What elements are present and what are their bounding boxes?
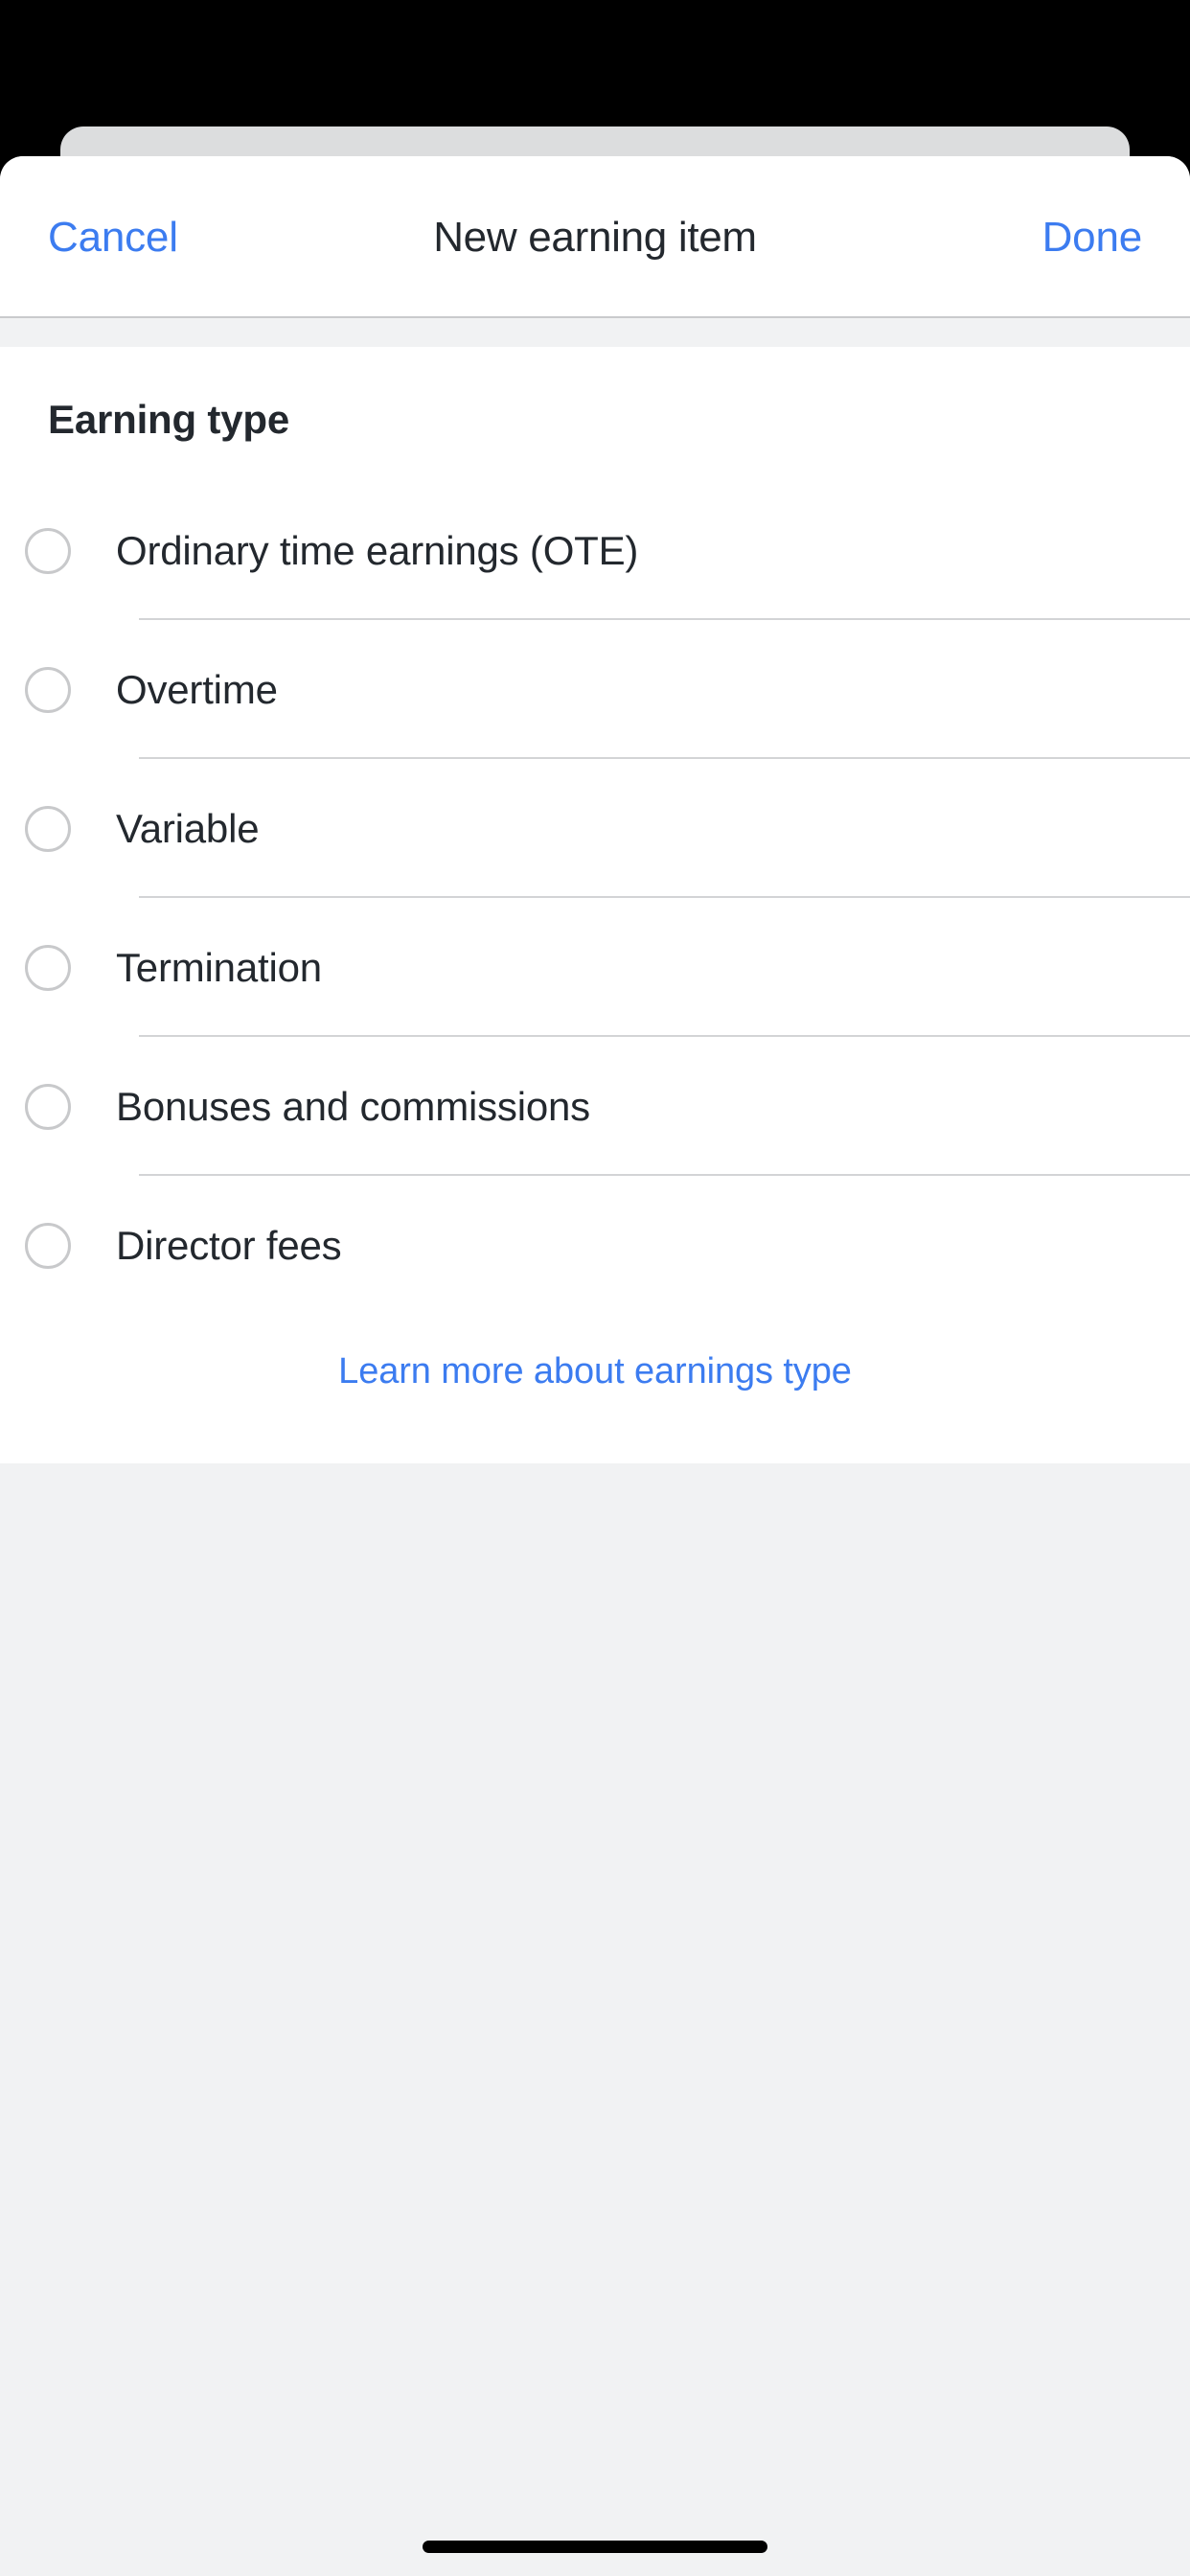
option-row-variable[interactable]: Variable	[0, 759, 1190, 898]
option-label: Director fees	[116, 1222, 342, 1268]
earning-type-option-list: Ordinary time earnings (OTE) Overtime Va…	[0, 481, 1190, 1315]
radio-unchecked-icon[interactable]	[25, 805, 71, 852]
learn-more-link[interactable]: Learn more about earnings type	[338, 1351, 852, 1392]
option-row-termination[interactable]: Termination	[0, 898, 1190, 1037]
modal-sheet: Cancel New earning item Done Earning typ…	[0, 156, 1190, 2576]
option-label: Ordinary time earnings (OTE)	[116, 527, 639, 573]
option-label: Bonuses and commissions	[116, 1083, 590, 1129]
option-row-overtime[interactable]: Overtime	[0, 620, 1190, 759]
page-title: New earning item	[433, 213, 757, 261]
done-button[interactable]: Done	[1042, 156, 1143, 318]
option-row-ordinary-time-earnings[interactable]: Ordinary time earnings (OTE)	[0, 481, 1190, 620]
option-label: Termination	[116, 944, 322, 990]
radio-unchecked-icon[interactable]	[25, 1083, 71, 1130]
modal-navigation-bar: Cancel New earning item Done	[0, 156, 1190, 318]
option-row-bonuses-and-commissions[interactable]: Bonuses and commissions	[0, 1037, 1190, 1176]
radio-unchecked-icon[interactable]	[25, 944, 71, 991]
option-label: Variable	[116, 805, 260, 851]
radio-unchecked-icon[interactable]	[25, 666, 71, 713]
learn-more-container: Learn more about earnings type	[0, 1315, 1190, 1463]
earning-type-card: Earning type Ordinary time earnings (OTE…	[0, 347, 1190, 1463]
section-heading-earning-type: Earning type	[48, 397, 289, 442]
radio-unchecked-icon[interactable]	[25, 1222, 71, 1269]
option-label: Overtime	[116, 666, 278, 712]
radio-unchecked-icon[interactable]	[25, 527, 71, 574]
section-gap-band	[0, 318, 1190, 347]
option-row-director-fees[interactable]: Director fees	[0, 1176, 1190, 1315]
home-indicator[interactable]	[423, 2541, 767, 2553]
phone-screen: Cancel New earning item Done Earning typ…	[0, 0, 1190, 2576]
